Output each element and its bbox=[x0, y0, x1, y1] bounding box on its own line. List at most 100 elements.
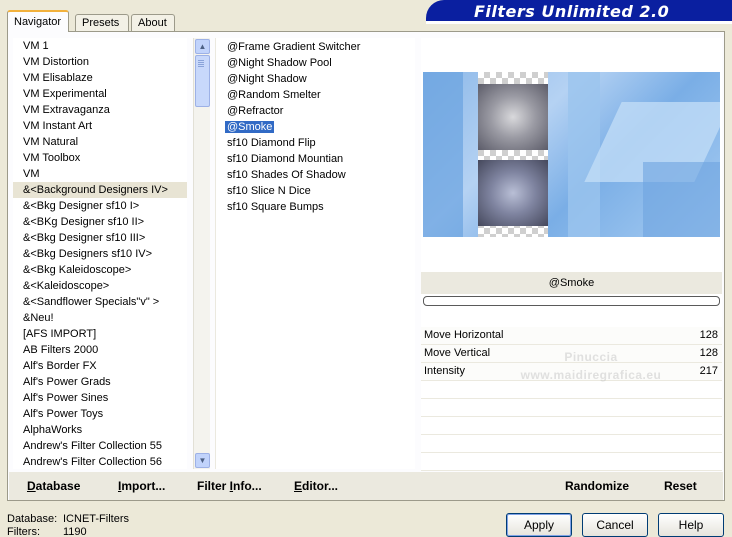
app-title: Filters Unlimited 2.0 bbox=[474, 2, 670, 21]
filter-item-label: sf10 Diamond Mountian bbox=[227, 153, 344, 165]
filter-item[interactable]: sf10 Square Bumps bbox=[216, 199, 415, 215]
parameter-row[interactable]: Intensity 217 bbox=[421, 363, 722, 381]
category-item[interactable]: &<Sandflower Specials"v" > bbox=[13, 294, 187, 310]
tab-presets[interactable]: Presets bbox=[75, 14, 129, 32]
filter-item-label: sf10 Diamond Flip bbox=[227, 137, 316, 149]
category-item[interactable]: VM Instant Art bbox=[13, 118, 187, 134]
apply-button[interactable]: Apply bbox=[506, 513, 572, 537]
category-item[interactable]: &<Background Designers IV> bbox=[13, 182, 187, 198]
parameter-list: Move Horizontal 128 Move Vertical 128 Intens… bbox=[421, 327, 722, 471]
filter-item-label: @Refractor bbox=[227, 105, 284, 117]
filter-item[interactable]: @Random Smelter bbox=[216, 87, 415, 103]
tab-navigator[interactable]: Navigator bbox=[7, 10, 69, 32]
filter-item[interactable]: @Refractor bbox=[216, 103, 415, 119]
parameter-row-empty bbox=[421, 417, 722, 435]
filter-item[interactable]: @Smoke bbox=[216, 119, 415, 135]
filter-item[interactable]: sf10 Shades Of Shadow bbox=[216, 167, 415, 183]
status-area: Database: ICNET-Filters Filters: 1190 bbox=[7, 513, 129, 537]
scroll-up-icon[interactable]: ▲ bbox=[195, 39, 210, 54]
scroll-down-icon[interactable]: ▼ bbox=[195, 453, 210, 468]
parameter-row-empty bbox=[421, 381, 722, 399]
cancel-button[interactable]: Cancel bbox=[582, 513, 648, 537]
category-item[interactable]: &Neu! bbox=[13, 310, 187, 326]
category-item[interactable]: VM Toolbox bbox=[13, 150, 187, 166]
scrollbar-thumb[interactable] bbox=[195, 55, 210, 107]
category-item[interactable]: VM bbox=[13, 166, 187, 182]
parameter-row[interactable]: Move Horizontal 128 bbox=[421, 327, 722, 345]
parameter-label: Move Horizontal bbox=[424, 329, 504, 341]
filter-info-button[interactable]: Filter Info... bbox=[197, 479, 262, 493]
filter-item[interactable]: sf10 Slice N Dice bbox=[216, 183, 415, 199]
category-item[interactable]: VM Experimental bbox=[13, 86, 187, 102]
category-item[interactable]: &<Bkg Designer sf10 III> bbox=[13, 230, 187, 246]
scrollbar-grip bbox=[198, 60, 204, 61]
filter-item-label: sf10 Shades Of Shadow bbox=[227, 169, 346, 181]
category-item[interactable]: Alf's Power Toys bbox=[13, 406, 187, 422]
parameter-value: 217 bbox=[699, 365, 718, 377]
parameter-value: 128 bbox=[699, 347, 718, 359]
filter-item-label: sf10 Slice N Dice bbox=[227, 185, 311, 197]
preview-smoke bbox=[478, 84, 548, 150]
filter-item[interactable]: @Night Shadow Pool bbox=[216, 55, 415, 71]
filter-item[interactable]: sf10 Diamond Flip bbox=[216, 135, 415, 151]
category-item[interactable]: VM Natural bbox=[13, 134, 187, 150]
preview-smoke bbox=[478, 160, 548, 226]
editor-button[interactable]: Editor... bbox=[294, 479, 338, 493]
category-item[interactable]: VM Extravaganza bbox=[13, 102, 187, 118]
selected-filter-name: @Smoke bbox=[421, 272, 722, 294]
filter-item-label: @Random Smelter bbox=[227, 89, 321, 101]
category-item[interactable]: &<Bkg Designer sf10 I> bbox=[13, 198, 187, 214]
filter-item-label: @Night Shadow bbox=[227, 73, 307, 85]
filter-item[interactable]: @Night Shadow bbox=[216, 71, 415, 87]
parameter-row-empty bbox=[421, 399, 722, 417]
filter-item-label: sf10 Square Bumps bbox=[227, 201, 324, 213]
category-item[interactable]: &<BKg Designer sf10 II> bbox=[13, 214, 187, 230]
filter-item-label: @Frame Gradient Switcher bbox=[227, 41, 361, 53]
category-item[interactable]: &<Kaleidoscope> bbox=[13, 278, 187, 294]
category-item[interactable]: &<Bkg Kaleidoscope> bbox=[13, 262, 187, 278]
category-scrollbar[interactable]: ▲ ▼ bbox=[193, 38, 210, 469]
parameter-row-empty bbox=[421, 453, 722, 471]
filters-count: 1190 bbox=[63, 526, 87, 537]
filter-item[interactable]: sf10 Diamond Mountian bbox=[216, 151, 415, 167]
parameter-label: Intensity bbox=[424, 365, 465, 377]
title-banner: Filters Unlimited 2.0 bbox=[426, 0, 732, 24]
parameter-row[interactable]: Move Vertical 128 bbox=[421, 345, 722, 363]
category-item[interactable]: VM Elisablaze bbox=[13, 70, 187, 86]
preview-panel: @Smoke Move Horizontal 128 Move Vertical 12… bbox=[421, 38, 722, 471]
help-button[interactable]: Help bbox=[658, 513, 724, 537]
filter-item-label: @Smoke bbox=[225, 121, 275, 133]
database-button[interactable]: Database bbox=[27, 479, 80, 493]
category-item[interactable]: Alf's Power Grads bbox=[13, 374, 187, 390]
category-item[interactable]: &<Bkg Designers sf10 IV> bbox=[13, 246, 187, 262]
navigator-toolbar: Database Import... Filter Info... Editor… bbox=[9, 472, 723, 500]
filter-preview-image bbox=[423, 72, 720, 237]
tab-about[interactable]: About bbox=[131, 14, 175, 32]
category-item[interactable]: Alf's Border FX bbox=[13, 358, 187, 374]
category-item[interactable]: Alf's Power Sines bbox=[13, 390, 187, 406]
category-item[interactable]: Andrew's Filter Collection 56 bbox=[13, 454, 187, 469]
preview-shape bbox=[643, 162, 720, 237]
category-item[interactable]: AB Filters 2000 bbox=[13, 342, 187, 358]
database-label: Database: bbox=[7, 513, 58, 525]
category-item[interactable]: VM Distortion bbox=[13, 54, 187, 70]
category-item[interactable]: [AFS IMPORT] bbox=[13, 326, 187, 342]
parameter-row-empty bbox=[421, 435, 722, 453]
parameter-label: Move Vertical bbox=[424, 347, 491, 359]
filter-item[interactable]: @Frame Gradient Switcher bbox=[216, 39, 415, 55]
filter-item-label: @Night Shadow Pool bbox=[227, 57, 332, 69]
database-value: ICNET-Filters bbox=[63, 513, 129, 525]
category-list[interactable]: VM 1 VM Distortion VM Elisablaze VM Experim… bbox=[13, 38, 187, 469]
randomize-button[interactable]: Randomize bbox=[565, 479, 629, 493]
reset-button[interactable]: Reset bbox=[664, 479, 697, 493]
preview-stripe bbox=[423, 72, 463, 237]
category-item[interactable]: VM 1 bbox=[13, 38, 187, 54]
category-item[interactable]: AlphaWorks bbox=[13, 422, 187, 438]
progress-bar bbox=[423, 296, 720, 306]
filter-list[interactable]: @Frame Gradient Switcher @Night Shadow Po… bbox=[215, 38, 415, 469]
category-item[interactable]: Andrew's Filter Collection 55 bbox=[13, 438, 187, 454]
preview-stripe bbox=[568, 72, 600, 237]
import-button[interactable]: Import... bbox=[118, 479, 165, 493]
navigator-panel: VM 1 VM Distortion VM Elisablaze VM Experim… bbox=[7, 31, 725, 501]
parameter-value: 128 bbox=[699, 329, 718, 341]
